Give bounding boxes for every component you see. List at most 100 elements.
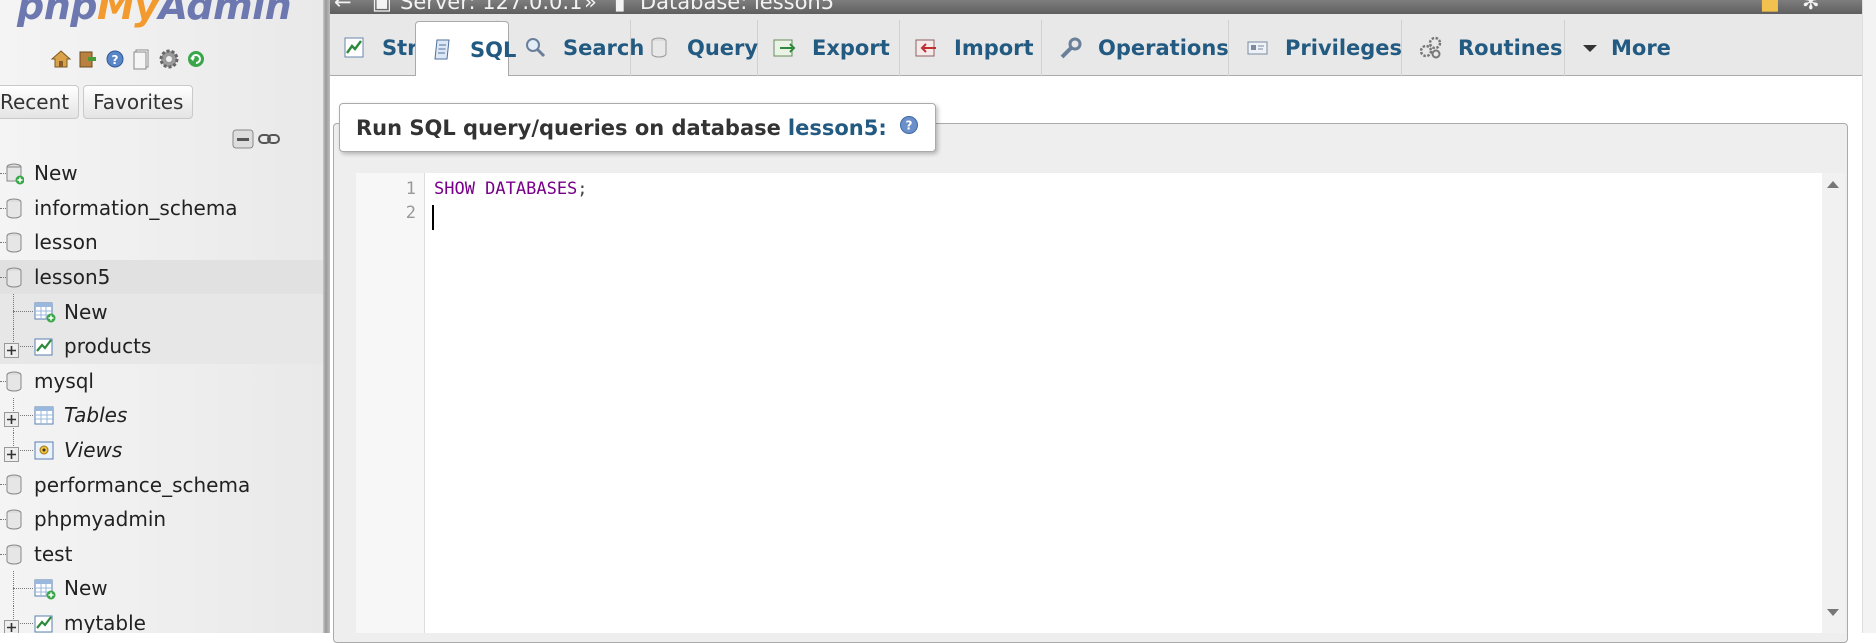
scroll-up-icon[interactable] [1827,181,1839,188]
search-icon [523,35,549,61]
database-icon [6,544,24,565]
line-number: 2 [405,203,416,223]
collapse-all-icon[interactable] [232,129,254,153]
navigation-resizer[interactable] [323,0,330,633]
tree-item-new-database[interactable]: New [0,156,323,191]
breadcrumb-separator: » [584,0,597,14]
breadcrumb-server[interactable]: Server: 127.0.0.1 [400,0,582,14]
database-icon: ▮ [614,0,626,14]
tree-item-lesson[interactable]: lesson [0,225,323,260]
expand-icon[interactable] [4,443,19,462]
navigation-tabs: Recent Favorites [0,85,194,119]
export-icon [772,35,798,61]
structure-icon [342,35,368,61]
logout-icon[interactable] [77,48,99,70]
reload-icon[interactable] [185,48,207,70]
editor-scrollbar[interactable] [1822,173,1845,633]
tree-item-label: test [34,541,73,566]
database-tree: New information_schema lesson lesson5 Ne… [0,156,323,633]
tab-sql[interactable]: SQL [415,21,516,77]
tree-item-label: products [64,334,152,359]
text-cursor [432,205,434,230]
sql-punctuation: ; [577,179,588,199]
tab-more[interactable]: More [1565,20,1678,76]
import-icon [914,35,940,61]
tree-item-label: New [64,299,108,324]
tree-item-label: Views [64,438,123,463]
code-line[interactable]: SHOW DATABASES; [434,179,588,199]
tables-group-icon [34,405,54,425]
table-icon [34,336,53,356]
tree-item-label: New [34,161,78,186]
tree-item-label: performance_schema [34,472,251,497]
database-icon [6,198,24,219]
tab-query[interactable]: Query [631,20,758,76]
query-icon [647,35,673,61]
quick-icon-bar: ? [50,48,207,70]
breadcrumb-database[interactable]: Database: lesson5 [640,0,834,14]
database-icon [6,474,24,495]
sql-query-legend: Run SQL query/queries on database lesson… [339,103,936,152]
page-scrollbar[interactable] [1862,0,1876,633]
tree-item-mysql-tables[interactable]: Tables [0,398,323,434]
expand-icon[interactable] [4,408,19,428]
tab-label: Privileges [1285,36,1403,60]
legend-database-link[interactable]: lesson5 [788,116,878,140]
svg-text:?: ? [112,53,119,67]
tab-routines[interactable]: Routines [1402,20,1565,76]
tree-item-mysql[interactable]: mysql [0,364,323,399]
tree-item-mytable[interactable]: mytable [0,605,323,633]
tree-item-test[interactable]: test [0,537,323,572]
new-table-icon [34,578,56,600]
views-group-icon [34,440,54,460]
legend-colon: : [878,115,887,140]
sql-editor[interactable]: 1 2 SHOW DATABASES; [356,173,1822,633]
tab-label: Routines [1458,36,1563,60]
expand-icon[interactable] [4,339,19,358]
expand-icon[interactable] [4,616,19,633]
tree-item-information-schema[interactable]: information_schema [0,191,323,226]
tree-item-performance-schema[interactable]: performance_schema [0,467,323,502]
main-tab-bar: Structure SQL Search Query Export Import… [330,14,1862,77]
scroll-down-icon[interactable] [1827,609,1839,616]
phpmyadmin-logo[interactable]: phpMyAdmin [17,0,292,28]
breadcrumb: ← ▣ Server: 127.0.0.1 » ▮ Database: less… [330,0,1876,14]
tree-item-label: lesson [34,230,98,255]
docs-icon[interactable] [131,48,153,70]
tree-item-label: New [64,576,108,601]
collapse-icon[interactable]: ⌃ [1835,0,1853,14]
navigation-panel: phpMyAdmin ? Recent Favorites New inform… [0,0,323,633]
help-icon[interactable]: ? [899,115,919,140]
tab-label: Query [687,36,759,60]
home-icon[interactable] [50,48,72,70]
tab-label: Import [954,36,1034,60]
settings-icon[interactable] [158,48,180,70]
tree-item-label: mytable [64,611,146,633]
help-icon[interactable]: ? [104,48,126,70]
privileges-icon [1245,35,1271,61]
tree-item-products[interactable]: products [0,328,323,364]
tab-label: Export [812,36,890,60]
tab-privileges[interactable]: Privileges [1229,20,1402,76]
tab-favorites[interactable]: Favorites [83,85,194,119]
tab-export[interactable]: Export [758,20,900,76]
database-icon [6,371,24,392]
tree-item-mysql-views[interactable]: Views [0,432,323,468]
operations-icon [1058,35,1084,61]
tree-item-test-new-table[interactable]: New [0,571,323,607]
link-icon[interactable] [258,129,280,153]
chevron-down-icon [1581,35,1599,61]
logo-text-my: My [96,0,159,28]
database-icon [6,232,24,253]
tab-search[interactable]: Search [509,20,644,76]
tab-operations[interactable]: Operations [1042,20,1229,76]
tree-item-lesson5-new-table[interactable]: New [0,294,323,330]
tab-recent[interactable]: Recent [0,85,80,119]
tree-item-lesson5[interactable]: lesson5 [0,259,323,295]
lock-icon[interactable]: ■ [1760,0,1780,14]
tree-item-label: information_schema [34,195,238,220]
back-arrow-icon[interactable]: ← [334,0,352,14]
settings-icon[interactable]: ✻ [1802,0,1820,14]
tree-item-phpmyadmin[interactable]: phpmyadmin [0,502,323,537]
tab-import[interactable]: Import [900,20,1042,76]
